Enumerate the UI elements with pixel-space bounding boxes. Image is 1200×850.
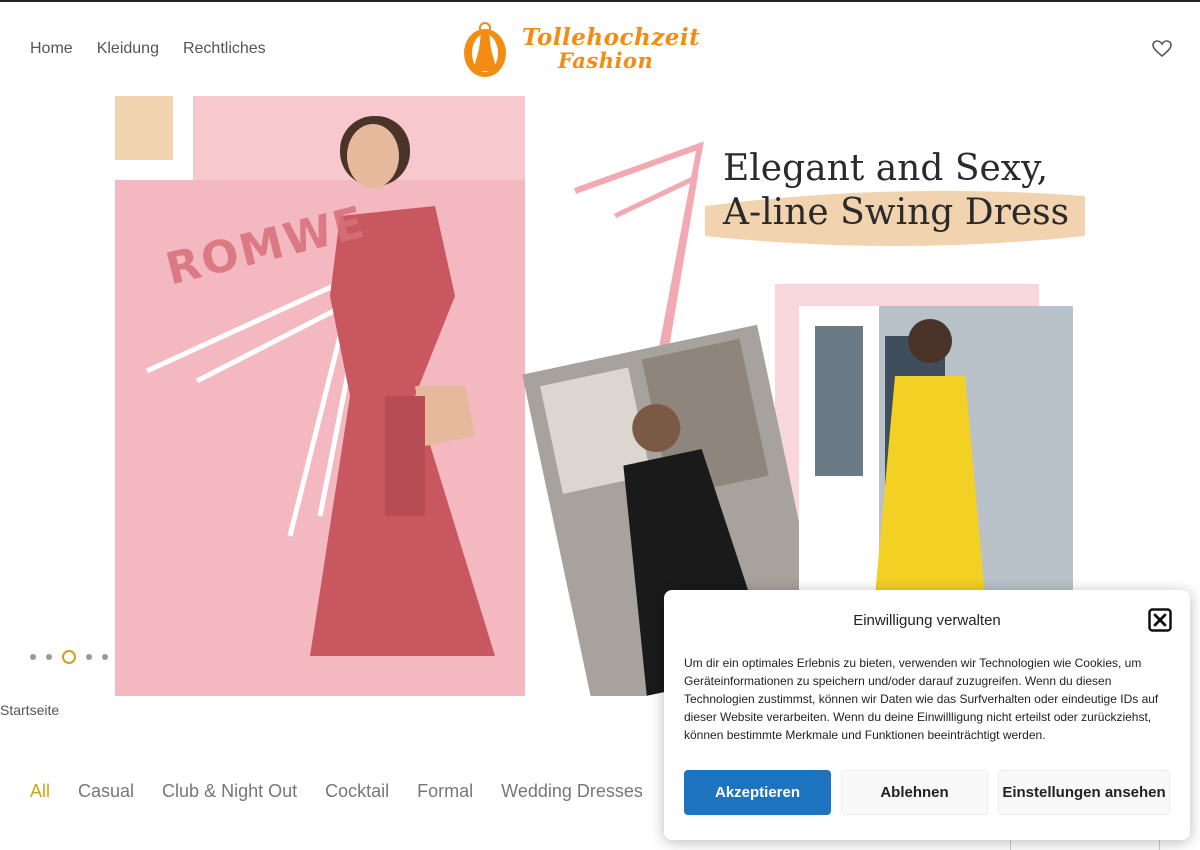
category-club-night-out[interactable]: Club & Night Out	[162, 781, 297, 802]
category-wedding-dresses[interactable]: Wedding Dresses	[501, 781, 643, 802]
slider-dots	[30, 650, 108, 664]
breadcrumb[interactable]: Startseite	[0, 702, 59, 718]
category-formal[interactable]: Formal	[417, 781, 473, 802]
close-icon[interactable]	[1148, 608, 1172, 632]
main-nav: Home Kleidung Rechtliches	[30, 40, 266, 58]
category-filter: All Casual Club & Night Out Cocktail For…	[30, 781, 643, 802]
hero-headline-line1: Elegant and Sexy,	[723, 148, 1049, 189]
view-settings-button[interactable]: Einstellungen ansehen	[998, 770, 1170, 815]
slider-dot[interactable]	[30, 654, 36, 660]
nav-home[interactable]: Home	[30, 40, 73, 58]
category-all[interactable]: All	[30, 781, 50, 802]
category-casual[interactable]: Casual	[78, 781, 134, 802]
logo-subtitle: Fashion	[558, 48, 654, 74]
slider-dot[interactable]	[86, 654, 92, 660]
dress-logo-icon	[464, 22, 506, 77]
heart-icon[interactable]	[1152, 40, 1172, 58]
site-logo[interactable]: Tollehochzeit Fashion	[462, 18, 732, 80]
slider-dot-active[interactable]	[62, 650, 76, 664]
consent-dialog: Einwilligung verwalten Um dir ein optima…	[664, 590, 1190, 840]
slider-dot[interactable]	[102, 654, 108, 660]
top-border	[0, 0, 1200, 2]
consent-title: Einwilligung verwalten	[853, 612, 1001, 629]
consent-text: Um dir ein optimales Erlebnis zu bieten,…	[684, 656, 1159, 742]
slider-dot[interactable]	[46, 654, 52, 660]
logo-title: Tollehochzeit	[522, 23, 701, 51]
accept-button[interactable]: Akzeptieren	[684, 770, 831, 815]
deny-button[interactable]: Ablehnen	[841, 770, 988, 815]
category-cocktail[interactable]: Cocktail	[325, 781, 389, 802]
hero-headline-line2: A-line Swing Dress	[723, 192, 1070, 233]
nav-rechtliches[interactable]: Rechtliches	[183, 40, 266, 58]
nav-kleidung[interactable]: Kleidung	[97, 40, 159, 58]
